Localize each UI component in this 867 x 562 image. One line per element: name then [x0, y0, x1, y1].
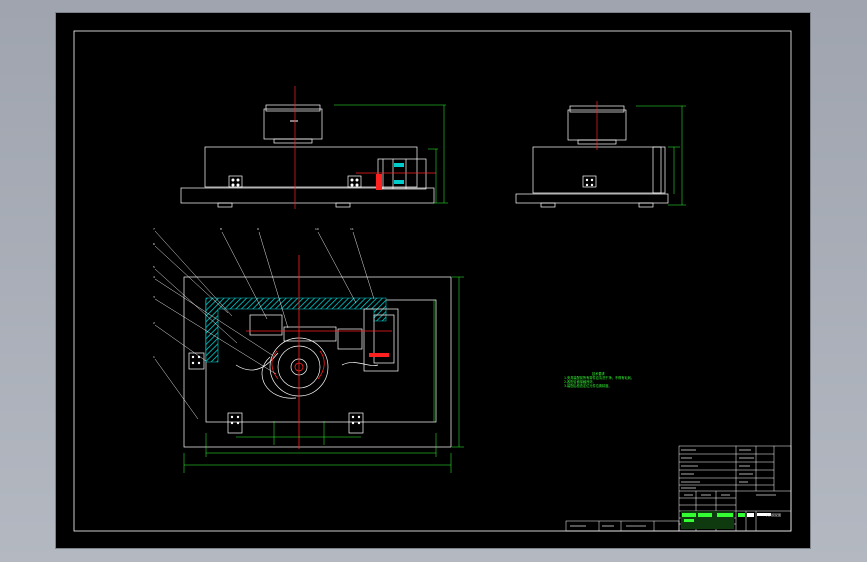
cad-viewport[interactable]: 7 8 9 10 11 6 5 4 3 2 1 技术要求 1.夹具装配前所有零件…	[0, 0, 867, 562]
title-block-text-marks	[681, 449, 776, 496]
balloon-6: 6	[153, 242, 155, 246]
top-view-red-elements	[246, 255, 392, 449]
cad-drawing	[73, 30, 792, 532]
tech-note-3: 3.装配后检查定位元件位置精度。	[564, 384, 612, 388]
balloon-11: 11	[350, 227, 354, 231]
drawing-sheet: 7 8 9 10 11 6 5 4 3 2 1 技术要求 1.夹具装配前所有零件…	[56, 13, 810, 548]
leader-lines	[154, 230, 375, 420]
front-view	[180, 104, 435, 208]
balloon-4: 4	[153, 275, 155, 279]
top-view-section-hatch	[205, 297, 387, 363]
balloon-9: 9	[257, 227, 259, 231]
front-view-centerlines	[294, 86, 436, 209]
title-block-fills	[681, 511, 771, 529]
tech-notes: 技术要求 1.夹具装配前所有零件应清洗干净，不得有毛刺。 2.各配合面接触良好。…	[564, 372, 634, 388]
front-view-details	[231, 120, 404, 190]
balloon-1: 1	[153, 355, 155, 359]
side-view-details	[585, 178, 594, 187]
balloon-5: 5	[153, 265, 155, 269]
balloon-7: 7	[153, 227, 155, 231]
top-view-bolt-holes	[191, 355, 361, 425]
balloon-3: 3	[153, 295, 155, 299]
title-block-caption: 夹具装配图	[766, 513, 782, 517]
side-view	[515, 105, 669, 208]
balloon-2: 2	[153, 321, 155, 325]
balloon-8: 8	[220, 227, 222, 231]
balloon-10: 10	[315, 227, 319, 231]
